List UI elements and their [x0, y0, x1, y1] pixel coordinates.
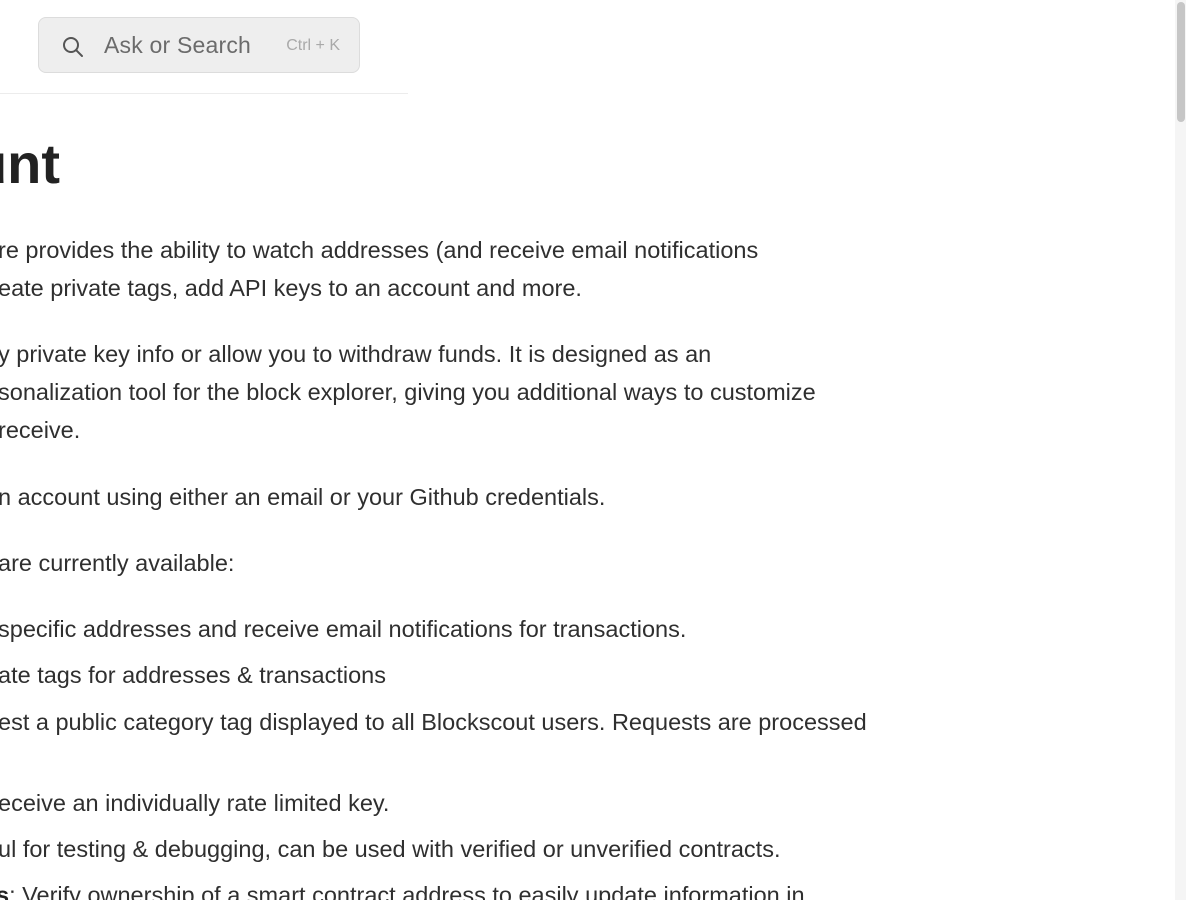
list-item: specific addresses and receive email not… [0, 616, 687, 642]
search-header: Ask or Search Ctrl + K [0, 0, 408, 94]
search-icon [63, 37, 83, 57]
paragraph-line: are currently available: [0, 550, 235, 576]
paragraph-line: sonalization tool for the block explorer… [0, 379, 816, 405]
search-input[interactable]: Ask or Search Ctrl + K [38, 17, 360, 73]
list-item: est a public category tag displayed to a… [0, 709, 867, 735]
docs-page: Ask or Search Ctrl + K unt re provides t… [0, 0, 1186, 900]
paragraph-line: re provides the ability to watch address… [0, 237, 759, 263]
paragraph-line: receive. [0, 417, 81, 443]
article-content: unt re provides the ability to watch add… [0, 93, 1175, 900]
page-title: unt [0, 132, 60, 195]
list-item: eceive an individually rate limited key. [0, 790, 390, 816]
paragraph-line: y private key info or allow you to withd… [0, 341, 712, 367]
search-shortcut-hint: Ctrl + K [286, 37, 340, 54]
list-item-text: : Verify ownership of a smart contract a… [9, 882, 805, 900]
list-item-term: s [0, 882, 10, 900]
paragraph-line: n account using either an email or your … [0, 484, 606, 510]
vertical-scrollbar[interactable] [1175, 0, 1186, 900]
list-item: ate tags for addresses & transactions [0, 662, 386, 688]
search-placeholder: Ask or Search [104, 32, 252, 58]
paragraph-line: eate private tags, add API keys to an ac… [0, 275, 582, 301]
list-item: ul for testing & debugging, can be used … [0, 836, 781, 862]
scrollbar-thumb[interactable] [1177, 2, 1185, 122]
list-item: s: Verify ownership of a smart contract … [0, 880, 805, 900]
